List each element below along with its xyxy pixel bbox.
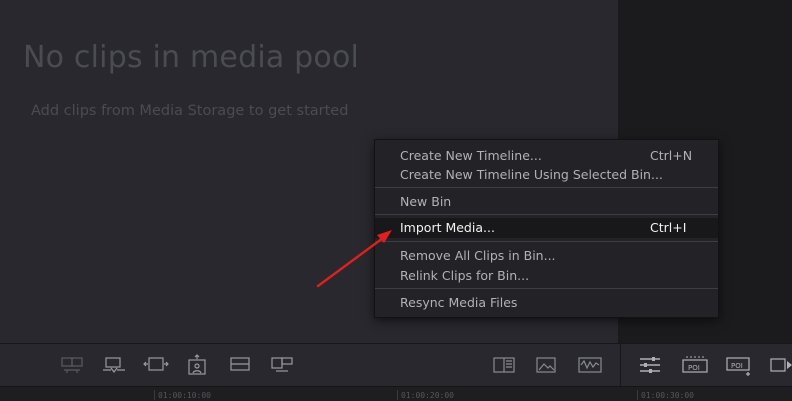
annotation-arrow <box>316 230 392 288</box>
